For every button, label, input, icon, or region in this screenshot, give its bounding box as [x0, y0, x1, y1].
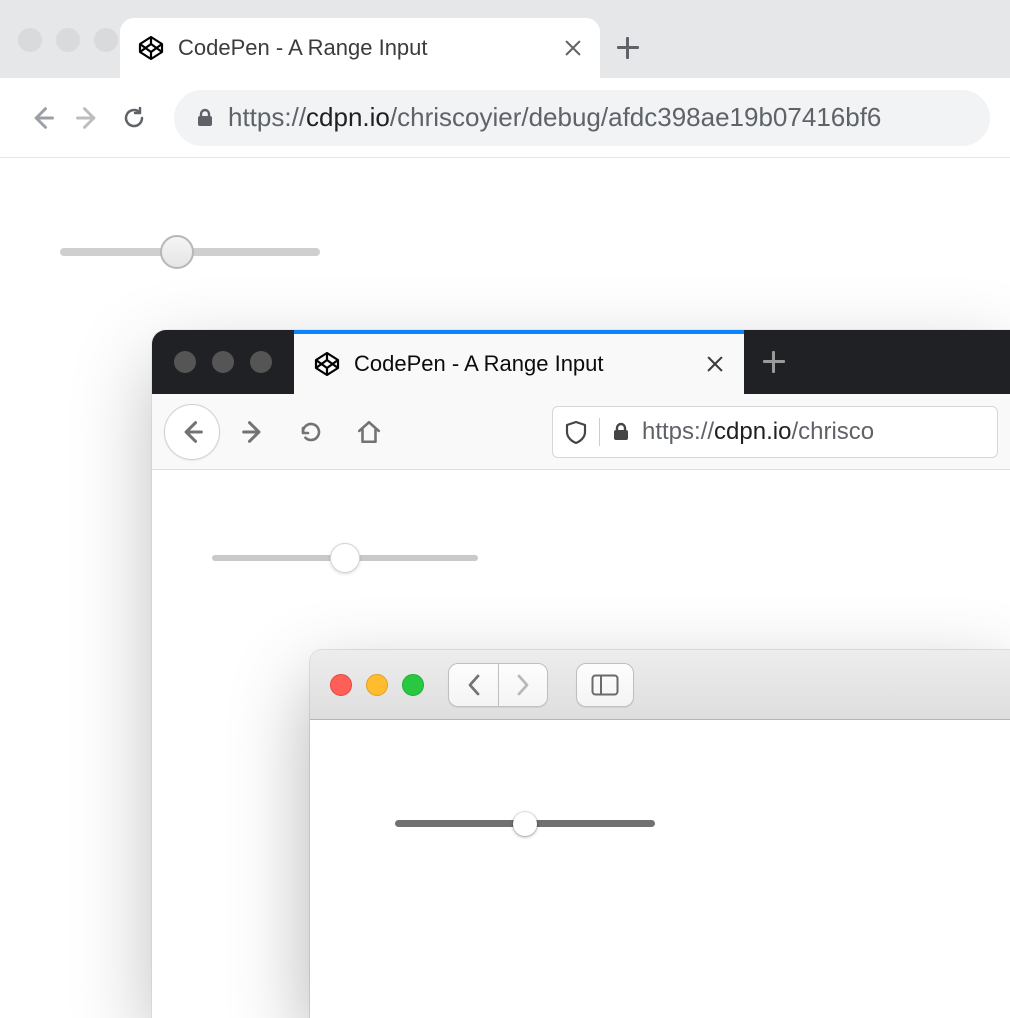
codepen-icon	[314, 351, 340, 377]
safari-browser-window	[310, 650, 1010, 1018]
reload-button[interactable]	[286, 407, 336, 457]
window-close-dot[interactable]	[174, 351, 196, 373]
range-input[interactable]	[395, 820, 655, 827]
address-bar[interactable]: https://cdpn.io/chriscoyier/debug/afdc39…	[174, 90, 990, 146]
chrome-tabbar: CodePen - A Range Input	[0, 0, 1010, 78]
new-tab-icon[interactable]	[612, 32, 644, 64]
window-minimize-dot[interactable]	[212, 351, 234, 373]
window-close-dot[interactable]	[18, 28, 42, 52]
range-input[interactable]	[60, 248, 320, 256]
safari-page-content	[310, 720, 1010, 887]
window-close-dot[interactable]	[330, 674, 352, 696]
window-maximize-dot[interactable]	[250, 351, 272, 373]
divider	[599, 418, 600, 446]
back-button[interactable]	[164, 404, 220, 460]
window-maximize-dot[interactable]	[94, 28, 118, 52]
browser-tab-active[interactable]: CodePen - A Range Input	[120, 18, 600, 78]
safari-toolbar	[310, 650, 1010, 720]
firefox-tabbar: CodePen - A Range Input	[152, 330, 1010, 394]
range-input[interactable]	[212, 555, 478, 561]
reload-button[interactable]	[112, 96, 156, 140]
shield-icon[interactable]	[565, 420, 587, 444]
window-controls	[18, 28, 118, 52]
range-thumb[interactable]	[330, 543, 360, 573]
forward-button	[498, 663, 548, 707]
new-tab-button[interactable]	[744, 330, 804, 394]
plus-icon	[758, 346, 790, 378]
tab-title: CodePen - A Range Input	[354, 351, 604, 377]
back-button[interactable]	[20, 96, 64, 140]
back-button[interactable]	[448, 663, 498, 707]
range-thumb[interactable]	[160, 235, 194, 269]
window-maximize-dot[interactable]	[402, 674, 424, 696]
browser-tab-active[interactable]: CodePen - A Range Input	[294, 330, 744, 394]
home-button[interactable]	[344, 407, 394, 457]
address-bar[interactable]: https://cdpn.io/chrisco	[552, 406, 998, 458]
close-tab-icon[interactable]	[564, 39, 582, 57]
url-text: https://cdpn.io/chriscoyier/debug/afdc39…	[228, 102, 881, 133]
window-controls	[152, 330, 294, 394]
forward-button[interactable]	[66, 96, 110, 140]
chrome-toolbar: https://cdpn.io/chriscoyier/debug/afdc39…	[0, 78, 1010, 158]
firefox-toolbar: https://cdpn.io/chrisco	[152, 394, 1010, 470]
window-minimize-dot[interactable]	[366, 674, 388, 696]
lock-icon[interactable]	[612, 422, 630, 442]
window-minimize-dot[interactable]	[56, 28, 80, 52]
forward-button[interactable]	[228, 407, 278, 457]
range-thumb[interactable]	[513, 812, 537, 836]
lock-icon	[196, 108, 214, 128]
url-text: https://cdpn.io/chrisco	[642, 418, 874, 446]
tab-title: CodePen - A Range Input	[178, 35, 428, 61]
close-tab-icon[interactable]	[706, 355, 724, 373]
codepen-icon	[138, 35, 164, 61]
sidebar-toggle-button[interactable]	[576, 663, 634, 707]
window-controls	[330, 674, 424, 696]
nav-buttons-segment	[448, 663, 548, 707]
